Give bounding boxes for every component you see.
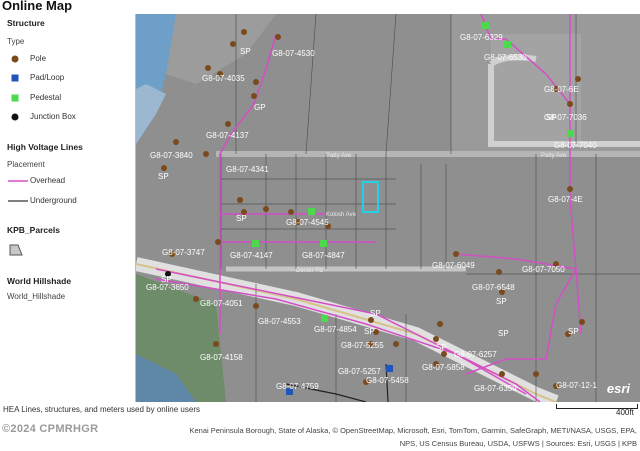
map-label: G8-07-4530 [272, 49, 315, 58]
map-label: G8-07-7050 [522, 265, 565, 274]
map-label: GP [254, 103, 266, 112]
parcel-polygon-legend-icon [9, 244, 23, 256]
map-label: G8-07-5458 [366, 376, 409, 385]
overhead-line-legend-icon [8, 180, 28, 182]
map-label: G8-07-7036 [544, 113, 587, 122]
map-label: G8-07-4759 [276, 382, 319, 391]
map-label: G8-07-6359 [474, 384, 517, 393]
legend-hillshade-heading: World Hillshade [7, 276, 72, 286]
map-description: HEA Lines, structures, and meters used b… [3, 405, 200, 414]
map-label: G8-07-3747 [162, 248, 205, 257]
map-canvas[interactable]: Patty Ave Patty Ave Kolosh Ave Dexter Rd… [136, 14, 640, 402]
road-label-kolosh-ave: Kolosh Ave [326, 212, 357, 218]
legend-item-underground: Underground [30, 196, 77, 205]
map-label: G8-07-6530 [484, 53, 527, 62]
map-label: G8-07-5257 [338, 367, 381, 376]
copyright-watermark: ©2024 CPMRHGR [2, 423, 99, 435]
map-label: SP [498, 329, 509, 338]
legend-panel: Structure Type Pole Pad/Loop Pedestal Ju… [0, 14, 136, 402]
legend-item-junction-box: Junction Box [30, 112, 76, 121]
map-label: G8-07-5858 [422, 363, 465, 372]
map-label: G8-07-4158 [200, 353, 243, 362]
underground-line-legend-icon [8, 200, 28, 202]
legend-structure-heading: Structure [7, 18, 45, 28]
map-label: G8-07-3650 [146, 283, 189, 292]
footer: HEA Lines, structures, and meters used b… [0, 402, 640, 451]
legend-item-overhead: Overhead [30, 176, 66, 185]
map-label: SP [158, 172, 169, 181]
legend-type-label: Type [7, 37, 25, 46]
map-label: G8-07-12-1 [556, 381, 597, 390]
road-label-patty-ave: Patty Ave [326, 153, 352, 159]
map-label: G8-07-5255 [341, 341, 384, 350]
map-label: G8-07-6329 [460, 33, 503, 42]
road-label-patty-ave-east: Patty Ave [541, 153, 567, 159]
map-label: G8-07-3840 [150, 151, 193, 160]
legend-item-pole: Pole [30, 54, 47, 63]
map-label: SP [568, 327, 579, 336]
esri-logo: esri [606, 381, 630, 396]
map-label: SP [364, 327, 375, 336]
title-bar: Online Map [0, 0, 640, 14]
attribution-line-2: NPS, US Census Bureau, USDA, USFWS | Sou… [399, 439, 637, 448]
legend-item-hillshade: World_Hillshade [7, 292, 66, 301]
map-label: G8-07-4035 [202, 74, 245, 83]
map-label: SP [436, 343, 447, 352]
map-label: G8-07-4147 [230, 251, 273, 260]
page-title: Online Map [2, 0, 73, 13]
map-label: G8-07-4553 [258, 317, 301, 326]
pole-legend-icon [11, 55, 19, 63]
legend-parcels-heading: KPB_Parcels [7, 225, 60, 235]
map-label: G8-07-6049 [432, 261, 475, 270]
map-label: G8-07-7040 [554, 141, 597, 150]
map-layer: Patty Ave Patty Ave Kolosh Ave Dexter Rd… [136, 14, 640, 402]
map-label: SP [236, 214, 247, 223]
map-label: G8-07-6E [544, 85, 579, 94]
map-label: G8-07-4341 [226, 165, 269, 174]
legend-item-pedestal: Pedestal [30, 93, 62, 102]
legend-hv-heading: High Voltage Lines [7, 142, 83, 152]
map-label: G8-07-4E [548, 195, 583, 204]
attribution-line-1: Kenai Peninsula Borough, State of Alaska… [189, 426, 637, 435]
legend-item-pad-loop: Pad/Loop [30, 73, 65, 82]
map-label: SP [240, 47, 251, 56]
attribution: Kenai Peninsula Borough, State of Alaska… [37, 424, 637, 450]
map-label: G8-07-4545 [286, 218, 329, 227]
pedestal-legend-icon [11, 94, 19, 102]
map-label: G8-07-6257 [454, 350, 497, 359]
map-label: G8-07-4137 [206, 131, 249, 140]
map-label: SP [496, 297, 507, 306]
junction-box-legend-icon [11, 113, 19, 121]
legend-placement-label: Placement [7, 160, 45, 169]
map-label: G8-07-6548 [472, 283, 515, 292]
road-label-dexter-rd: Dexter Rd [296, 268, 323, 274]
pad-loop-legend-icon [11, 74, 19, 82]
map-label: G8-07-4854 [314, 325, 357, 334]
scale-label: 400ft [616, 408, 634, 417]
map-label: G8-07-4847 [302, 251, 345, 260]
map-label: G8-07-4051 [200, 299, 243, 308]
map-label: SP [370, 309, 381, 318]
